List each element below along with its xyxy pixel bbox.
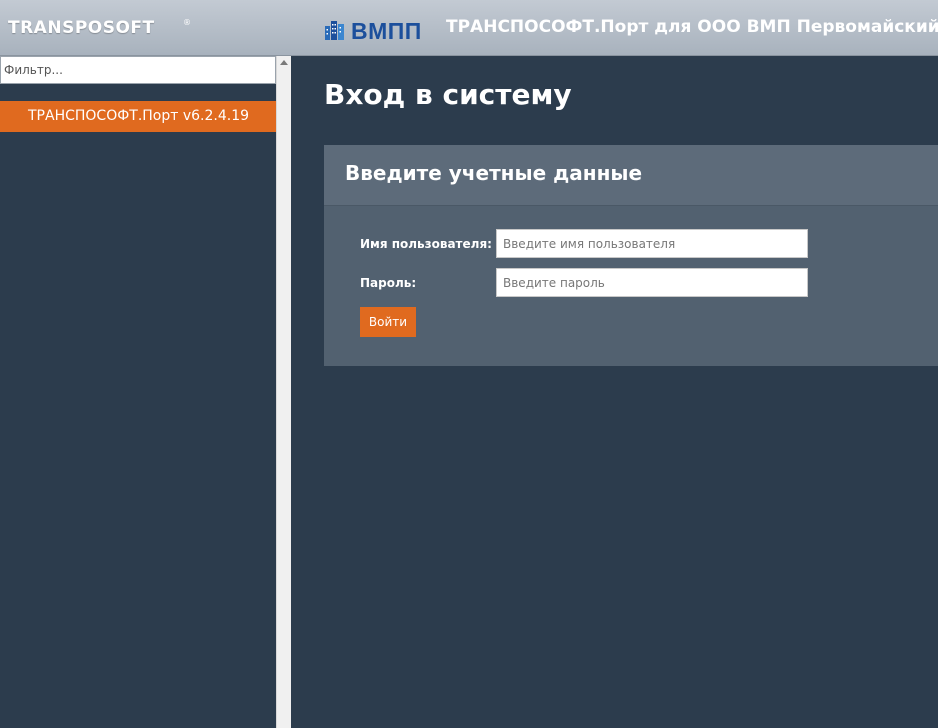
- page-title: Вход в систему: [324, 78, 572, 111]
- login-panel: Введите учетные данные Имя пользователя:…: [324, 145, 938, 366]
- company-logo: ВМПП: [323, 17, 429, 44]
- password-input[interactable]: [496, 268, 808, 297]
- password-label: Пароль:: [360, 276, 417, 290]
- login-panel-title: Введите учетные данные: [345, 161, 643, 185]
- login-button[interactable]: Войти: [360, 307, 416, 337]
- registered-mark: ®: [183, 18, 191, 27]
- main-content: Вход в систему Введите учетные данные Им…: [291, 56, 938, 728]
- sidebar: ТРАНСПОСОФТ.Порт v6.2.4.19: [0, 56, 276, 728]
- login-panel-header: Введите учетные данные: [324, 145, 938, 206]
- app-header: TRANSPOSOFT ® ВМПП ТРАНСПОСОФТ.Порт для …: [0, 0, 938, 56]
- username-input[interactable]: [496, 229, 808, 258]
- building-logo-icon: [325, 21, 344, 40]
- scroll-up-arrow-icon[interactable]: [280, 60, 288, 65]
- company-logo-text: ВМПП: [351, 18, 422, 44]
- sidebar-scrollbar[interactable]: [276, 56, 291, 728]
- app-title: ТРАНСПОСОФТ.Порт для ООО ВМП Первомайски…: [446, 17, 938, 37]
- filter-input[interactable]: [0, 56, 276, 84]
- brand-logo-text: TRANSPOSOFT: [8, 18, 155, 38]
- username-label: Имя пользователя:: [360, 237, 492, 251]
- sidebar-item-app-version[interactable]: ТРАНСПОСОФТ.Порт v6.2.4.19: [0, 101, 276, 132]
